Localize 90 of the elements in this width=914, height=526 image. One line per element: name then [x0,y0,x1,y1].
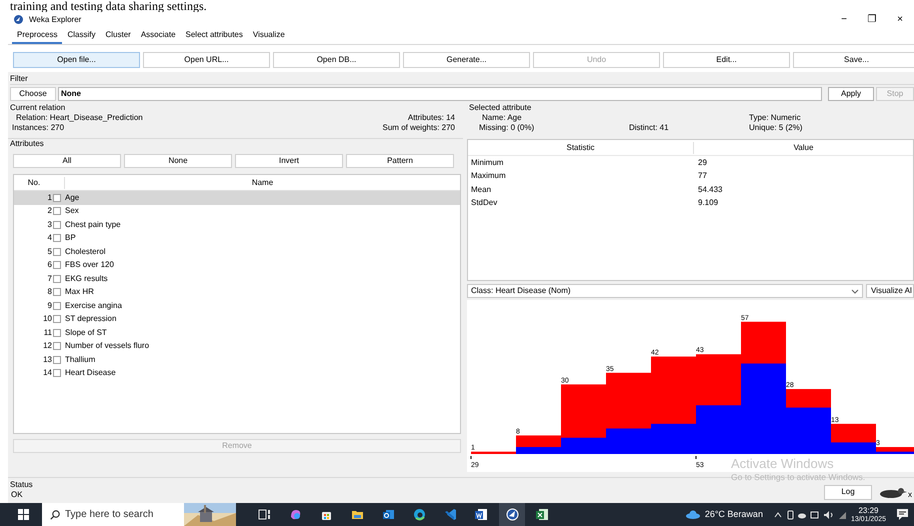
section-label: Selected attribute [469,103,532,113]
attribute-button[interactable]: Pattern [346,154,454,168]
attribute-name: Cholesterol [65,246,106,257]
toolbar-button[interactable]: Open DB... [273,52,400,68]
toolbar-button[interactable]: Save... [793,52,914,68]
section-label: Current relation [10,103,66,113]
row-number: 8 [46,287,53,298]
close-mark[interactable]: x [908,490,914,500]
log-button[interactable]: Log [824,484,872,500]
sum-of-weights: Sum of weights: 270 [382,123,455,133]
row-number: 12 [42,341,53,352]
taskbar-search-field[interactable]: Type here to search [42,503,236,526]
relation-name: Relation: Heart_Disease_Prediction [16,113,143,123]
attribute-name: Number of vessels fluro [65,341,150,352]
attribute-row[interactable]: 1 Age [14,191,460,204]
table-cell-text: 77 [697,171,708,182]
attribute-name: FBS over 120 [65,260,114,270]
attribute-button[interactable]: None [124,154,232,168]
attribute-name: Heart Disease [65,368,116,378]
column-header: Name [64,176,460,188]
column-header: Value [792,142,814,154]
row-number: 11 [42,328,53,338]
activation-notice-text: Go to Settings to activate Windows. [731,471,866,483]
window-control-button[interactable]: ❐ [858,14,886,26]
table-cell-text: 9.109 [697,198,720,208]
table-cell-text: Minimum [470,158,504,168]
attribute-name: Thallium [65,354,96,365]
clock-time: 23:29 [858,506,878,514]
section-label: Attributes [10,139,45,149]
attribute-name: ST depression [65,314,116,324]
attribute-button[interactable]: Invert [235,154,343,168]
attributes-count: Attributes: 14 [408,113,455,123]
toolbar-button[interactable]: Generate... [403,52,530,68]
attribute-name: Max HR [65,287,94,298]
attribute-name: EKG results [65,274,108,284]
distinct-info: Distinct: 41 [629,123,670,133]
attribute-name: BP [65,233,76,244]
row-number: 4 [46,233,53,244]
row-number: 2 [46,206,53,216]
table-cell-text: Mean [470,184,492,195]
choose-button[interactable]: Choose [10,86,56,100]
attribute-name: Exercise angina [65,300,122,311]
class-dropdown[interactable]: Class: Heart Disease (Nom) [467,284,863,298]
tab[interactable]: Cluster [100,28,136,44]
attribute-name: Age [65,192,80,203]
table-cell-text: StdDev [470,198,498,208]
row-number: 9 [46,300,53,311]
tab[interactable]: Classify [62,28,100,44]
table-cell-text: 29 [697,158,708,168]
apply-button[interactable]: Apply [828,86,874,100]
table-cell-text: Maximum [470,171,507,182]
attribute-row[interactable]: 2 Sex [14,204,460,218]
weather-text: 26°C Berawan [704,508,763,521]
tab[interactable]: Visualize [248,28,290,44]
row-number: 1 [46,192,53,203]
attribute-name: Slope of ST [65,328,107,338]
toolbar-button[interactable]: Open file... [13,52,140,68]
tab[interactable]: Select attributes [180,28,248,44]
dropdown-value: Class: Heart Disease (Nom) [471,286,571,296]
unique-info: Unique: 5 (2%) [749,123,802,133]
missing-info: Missing: 0 (0%) [479,123,536,133]
document-caption: training and testing data sharing settings. [10,0,207,12]
toolbar-button[interactable]: Edit... [663,52,790,68]
instances-count: Instances: 270 [12,123,64,133]
row-number: 10 [42,314,53,324]
toolbar-button[interactable]: Open URL... [143,52,270,68]
attribute-name: Sex [65,206,79,216]
status-message: OK [10,490,23,500]
attribute-type-info: Type: Numeric [749,113,801,123]
section-label: Filter [10,74,29,84]
column-header: Statistic [468,142,694,154]
section-label: Status [10,480,34,490]
row-number: 14 [42,368,53,378]
row-number: 3 [46,220,53,230]
window-control-button[interactable]: × [886,14,914,26]
filter-field[interactable]: None [58,86,822,100]
visualize-all-button[interactable]: Visualize Al [866,284,914,298]
window-title: Weka Explorer [29,14,82,26]
column-header: No. [26,176,42,188]
tab[interactable]: Associate [136,28,181,44]
attribute-name: Chest pain type [65,220,121,230]
row-number: 6 [46,260,53,270]
attribute-name-info: Name: Age [481,113,523,123]
row-number: 5 [46,246,53,257]
search-placeholder: Type here to search [65,508,154,522]
table-cell-text: 54.433 [697,184,724,195]
attribute-button[interactable]: All [13,154,121,168]
row-number: 7 [46,274,53,284]
window-control-button[interactable]: − [830,14,858,26]
row-number: 13 [42,354,53,365]
